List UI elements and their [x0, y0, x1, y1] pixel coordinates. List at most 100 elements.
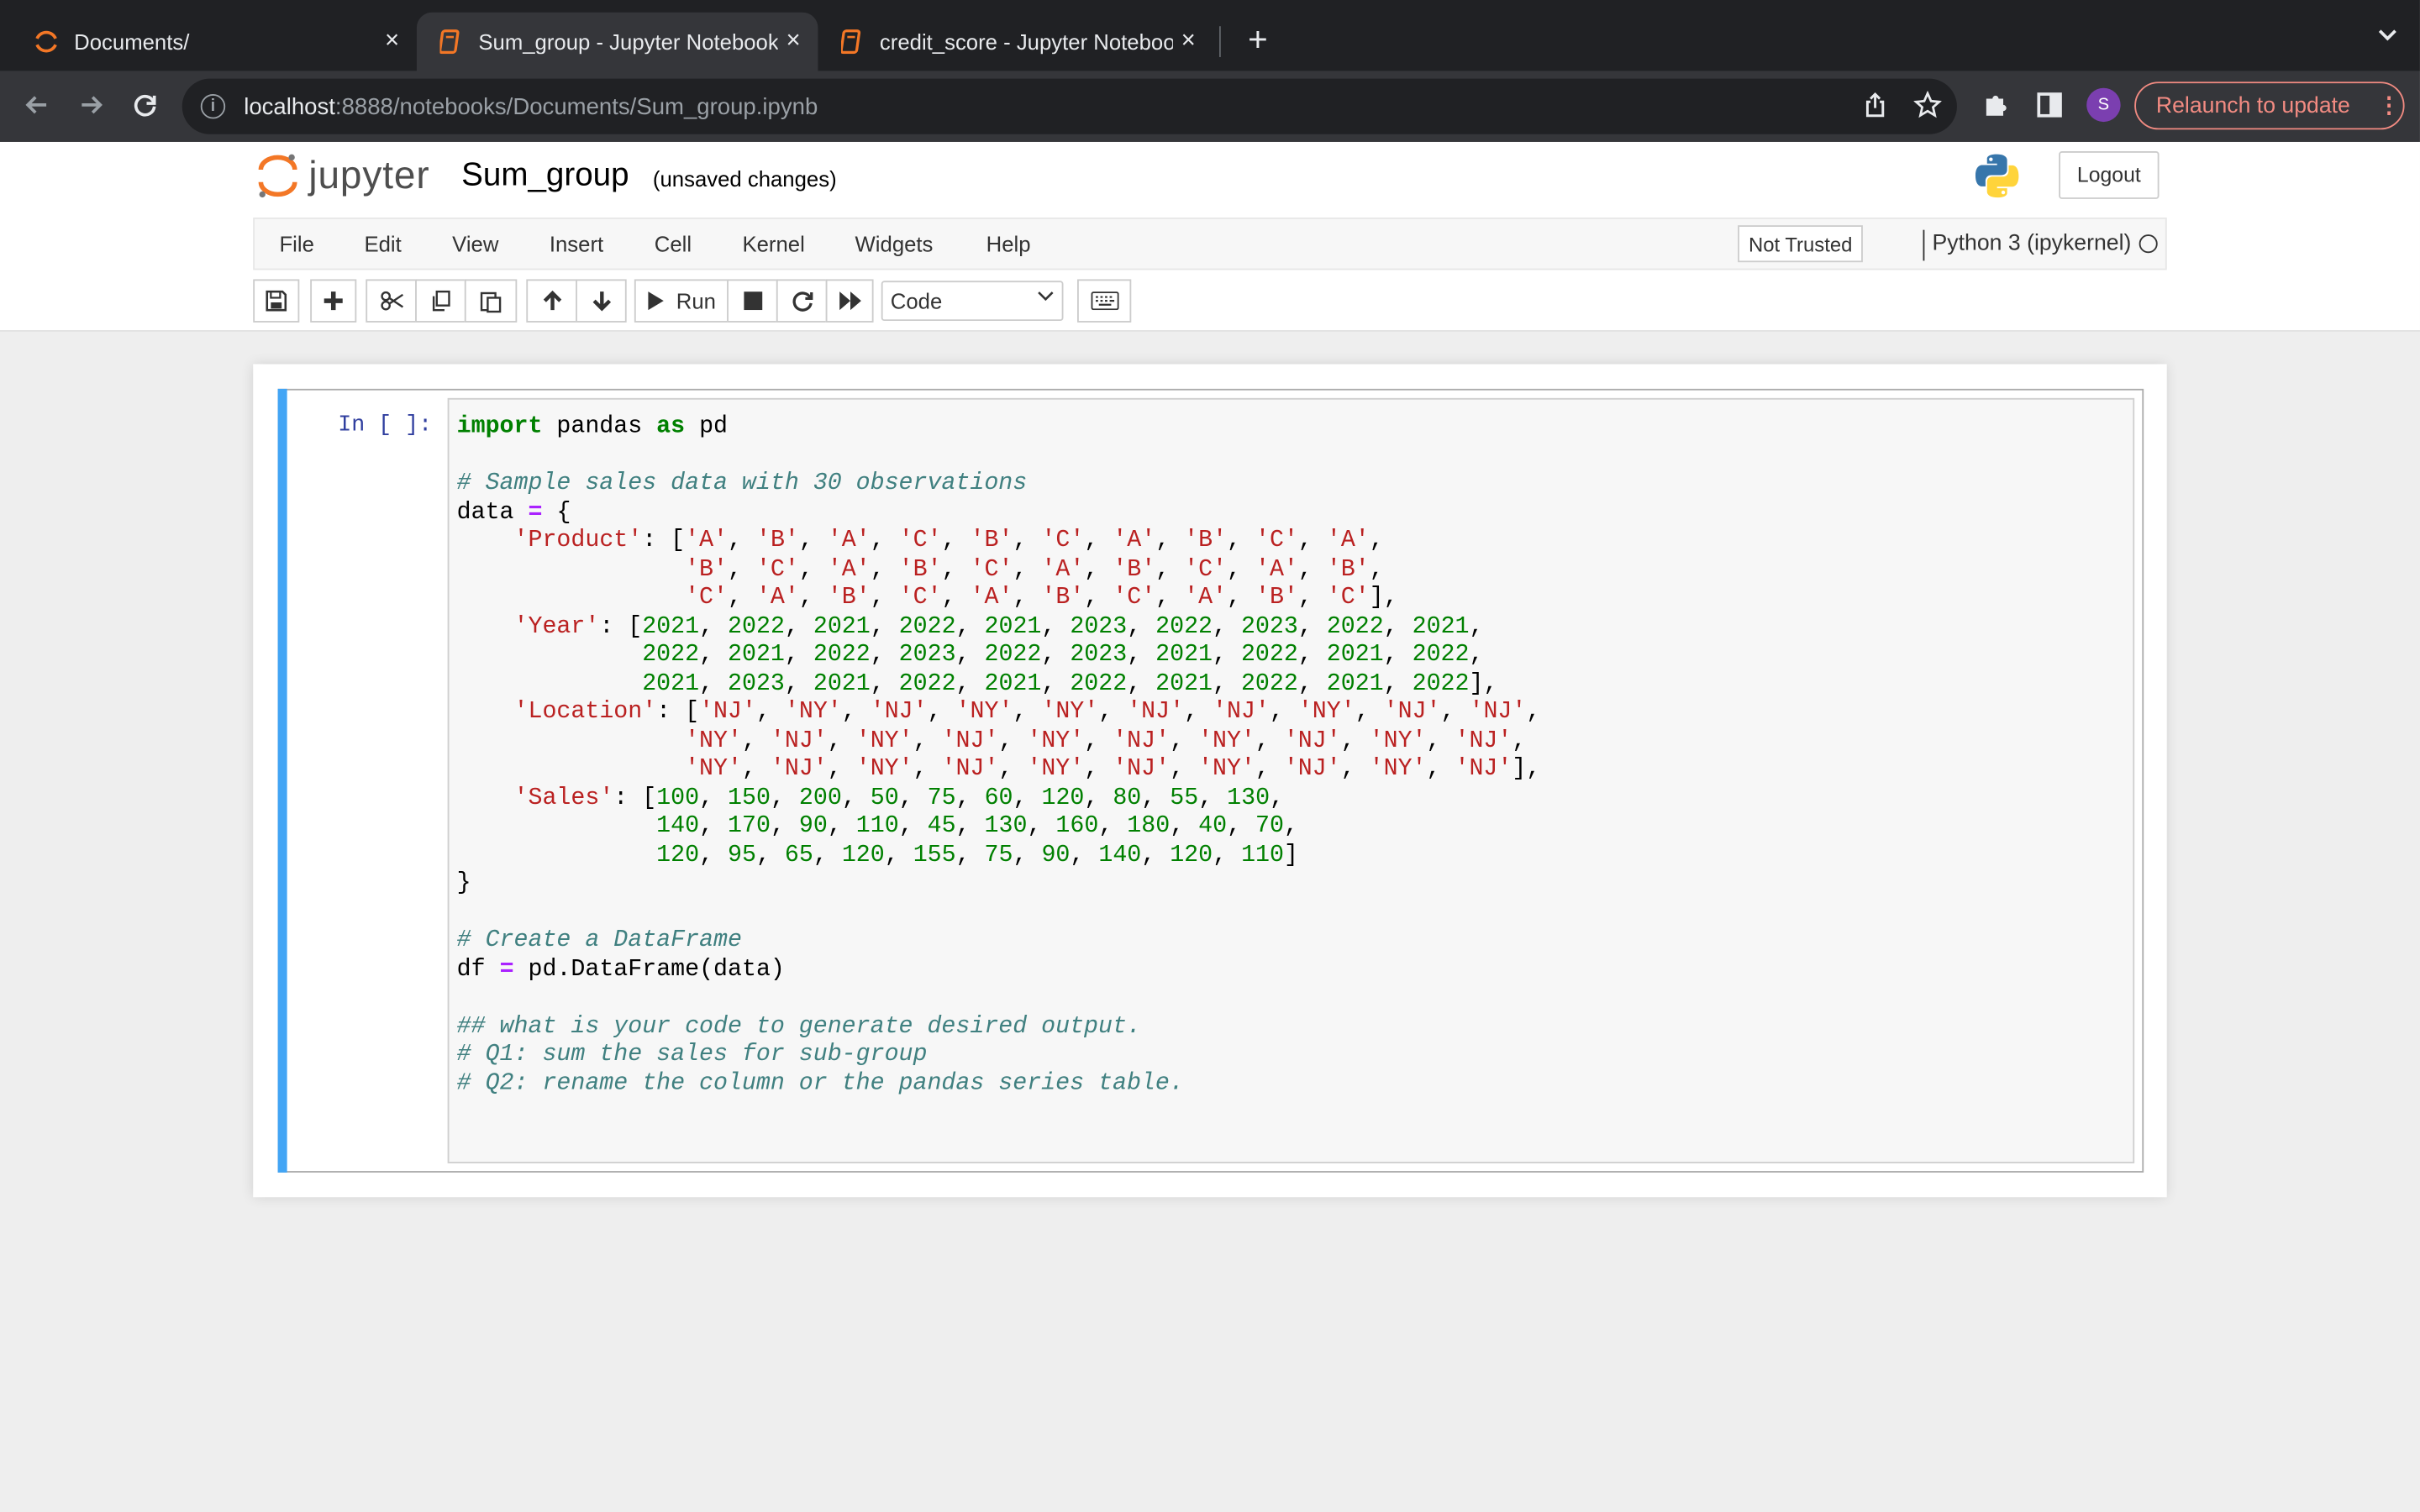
- code-token: ,: [1084, 526, 1113, 554]
- not-trusted-button[interactable]: Not Trusted: [1738, 225, 1864, 263]
- menu-view[interactable]: View: [452, 232, 498, 256]
- new-tab-button[interactable]: +: [1239, 21, 1276, 59]
- code-token: 'Year': [513, 612, 600, 640]
- bookmark-star-icon[interactable]: [1912, 90, 1943, 126]
- code-token: ,: [1070, 840, 1099, 869]
- code-token: ,: [1098, 697, 1128, 726]
- forward-icon[interactable]: [74, 91, 108, 124]
- code-token: 'B': [685, 554, 729, 583]
- code-token: 'NJ': [770, 754, 828, 783]
- menu-help[interactable]: Help: [986, 232, 1031, 256]
- code-token: ,: [1227, 554, 1255, 583]
- selected-cell-indicator: [277, 388, 287, 1173]
- code-token: ,: [955, 783, 985, 811]
- code-token: ,: [1297, 640, 1327, 669]
- move-up-button[interactable]: [526, 279, 577, 323]
- move-down-icon: [592, 291, 611, 312]
- code-token: ,: [1155, 554, 1185, 583]
- code-token: ,: [1297, 583, 1327, 612]
- notebook-favicon-icon: [439, 29, 463, 55]
- code-token: ,: [841, 783, 871, 811]
- tab-sum-group[interactable]: Sum_group - Jupyter Notebook ×: [416, 12, 818, 71]
- code-token: 'NJ': [1213, 697, 1270, 726]
- site-info-icon[interactable]: i: [200, 94, 226, 119]
- code-token: ,: [1340, 726, 1370, 754]
- code-token: 2021: [984, 612, 1042, 640]
- command-palette-button[interactable]: [1077, 279, 1132, 323]
- code-token: 'B': [1113, 554, 1156, 583]
- notebook-favicon-icon: [839, 29, 864, 55]
- code-token: 2023: [898, 640, 956, 669]
- code-token: ,: [1013, 583, 1042, 612]
- tab-credit-score[interactable]: credit_score - Jupyter Notebook ×: [818, 13, 1213, 71]
- code-token: 'NJ': [941, 726, 999, 754]
- code-token: 'NY': [1369, 754, 1427, 783]
- code-editor[interactable]: import pandas as pd​# Sample sales data …: [447, 397, 2135, 1163]
- restart-run-all-button[interactable]: [825, 279, 874, 323]
- restart-icon: [792, 291, 813, 312]
- cut-button[interactable]: [366, 279, 417, 323]
- relaunch-button[interactable]: Relaunch to update ⋮: [2134, 81, 2405, 130]
- paste-button[interactable]: [464, 279, 518, 323]
- share-icon[interactable]: [1863, 91, 1887, 126]
- code-token: ,: [1141, 840, 1171, 869]
- tab-documents[interactable]: Documents/ ×: [13, 13, 417, 71]
- menu-kernel[interactable]: Kernel: [742, 232, 804, 256]
- save-icon: [266, 290, 287, 312]
- code-token: 'NY': [855, 754, 913, 783]
- code-token: ,: [770, 811, 799, 840]
- code-token: ,: [1227, 811, 1256, 840]
- side-panel-icon[interactable]: [2036, 91, 2064, 126]
- code-token: ,: [1013, 783, 1042, 811]
- notebook-name[interactable]: Sum_group: [461, 157, 629, 194]
- code-token: 2021: [642, 612, 700, 640]
- close-tab-icon[interactable]: ×: [1173, 28, 1204, 55]
- save-button[interactable]: [253, 279, 300, 323]
- code-token: : [: [642, 526, 686, 554]
- logout-button[interactable]: Logout: [2059, 150, 2160, 199]
- code-token: 'NY': [1027, 726, 1085, 754]
- kernel-name[interactable]: Python 3 (ipykernel): [1933, 232, 2132, 256]
- menu-widgets[interactable]: Widgets: [855, 232, 934, 256]
- jupyter-logo[interactable]: jupyter: [256, 151, 430, 201]
- menu-insert[interactable]: Insert: [550, 232, 603, 256]
- interrupt-button[interactable]: [727, 279, 778, 323]
- code-token: ,: [870, 669, 899, 697]
- back-icon[interactable]: [20, 91, 54, 124]
- code-token: ,: [884, 840, 913, 869]
- more-menu-icon[interactable]: ⋮: [2375, 93, 2403, 118]
- insert-cell-button[interactable]: [310, 279, 357, 323]
- code-cell[interactable]: In [ ]: import pandas as pd​# Sample sal…: [277, 388, 2144, 1173]
- code-token: ,: [798, 554, 828, 583]
- close-tab-icon[interactable]: ×: [778, 28, 809, 55]
- chevron-down-icon: [1037, 288, 1054, 307]
- restart-button[interactable]: [776, 279, 828, 323]
- keyboard-icon: [1090, 291, 1118, 311]
- code-content[interactable]: import pandas as pd​# Sample sales data …: [457, 412, 1541, 1096]
- code-token: 2022: [813, 640, 871, 669]
- menu-file[interactable]: File: [279, 232, 313, 256]
- code-token: ],: [1469, 669, 1498, 697]
- code-token: 130: [984, 811, 1028, 840]
- reload-icon[interactable]: [128, 91, 161, 124]
- extensions-icon[interactable]: [1981, 91, 2009, 126]
- close-tab-icon[interactable]: ×: [376, 28, 408, 55]
- cell-type-select[interactable]: Code: [881, 281, 1064, 322]
- code-token: ,: [1084, 583, 1113, 612]
- profile-avatar[interactable]: S: [2086, 87, 2121, 123]
- code-token: 'A': [1255, 554, 1298, 583]
- menu-edit[interactable]: Edit: [364, 232, 401, 256]
- move-down-button[interactable]: [576, 279, 627, 323]
- code-token: 200: [798, 783, 842, 811]
- code-token: ,: [1155, 526, 1185, 554]
- copy-button[interactable]: [415, 279, 466, 323]
- tab-search-icon[interactable]: [2377, 24, 2399, 48]
- code-token: : [: [613, 783, 657, 811]
- menu-cell[interactable]: Cell: [655, 232, 692, 256]
- code-token: 'C': [970, 554, 1013, 583]
- code-line: 'Product': ['A', 'B', 'A', 'C', 'B', 'C'…: [457, 526, 1541, 554]
- code-token: 120: [656, 840, 700, 869]
- run-button[interactable]: Run: [634, 279, 729, 323]
- address-bar[interactable]: i localhost:8888/notebooks/Documents/Sum…: [182, 78, 1957, 134]
